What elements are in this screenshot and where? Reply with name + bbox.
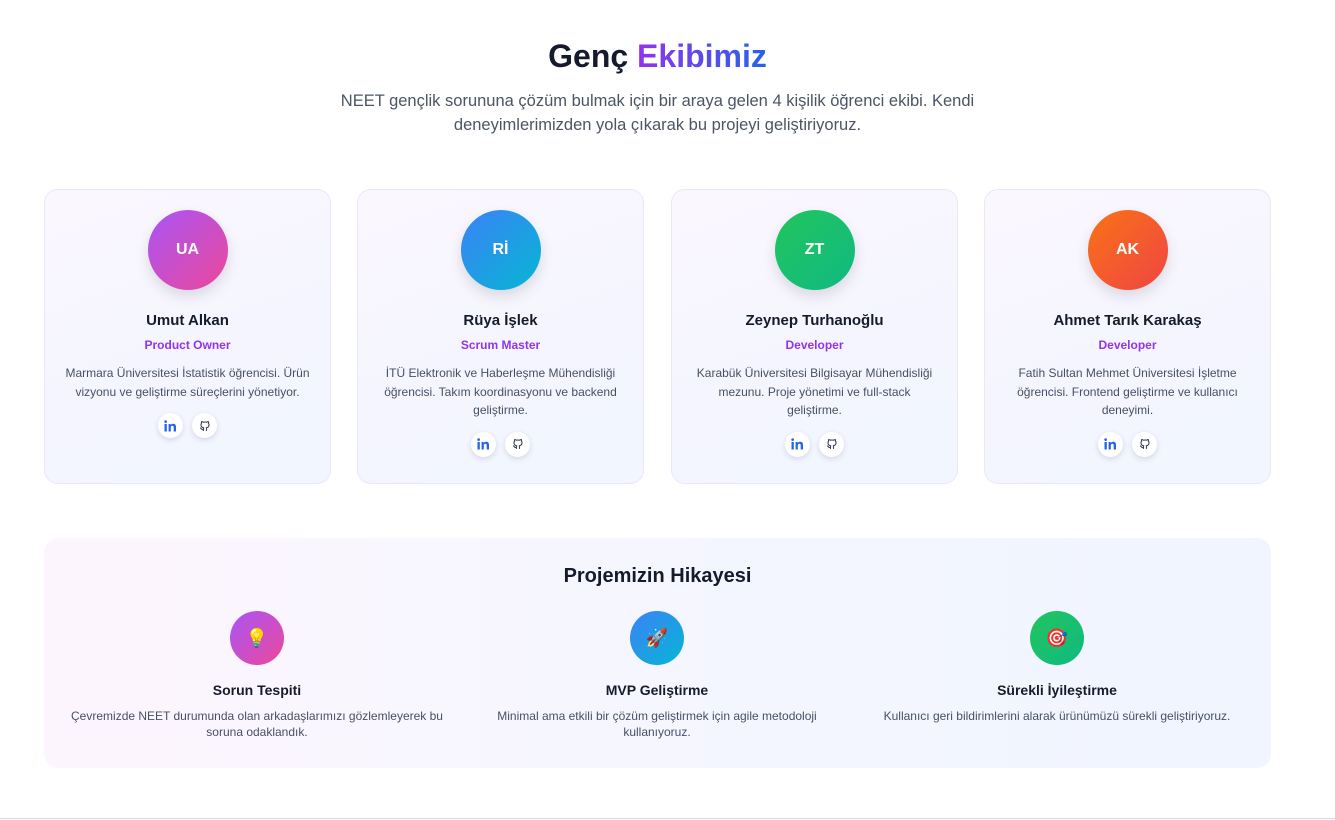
linkedin-icon[interactable] bbox=[785, 431, 810, 457]
step-description: Kullanıcı geri bildirimlerini alarak ürü… bbox=[883, 709, 1231, 723]
github-icon[interactable] bbox=[1132, 431, 1157, 457]
member-name: Ahmet Tarık Karakaş bbox=[1053, 312, 1202, 329]
member-role: Developer bbox=[785, 338, 844, 352]
member-bio: Fatih Sultan Mehmet Üniversitesi İşletme… bbox=[1017, 366, 1238, 417]
project-story-section: Projemizin Hikayesi 💡 Sorun Tespiti Çevr… bbox=[44, 538, 1271, 768]
rocket-icon: 🚀 bbox=[630, 611, 684, 665]
step-description: Çevremizde NEET durumunda olan arkadaşla… bbox=[71, 709, 443, 739]
member-name: Zeynep Turhanoğlu bbox=[745, 312, 884, 329]
step-title: MVP Geliştirme bbox=[605, 682, 709, 698]
linkedin-icon[interactable] bbox=[158, 413, 183, 438]
social-links bbox=[358, 431, 643, 457]
member-role: Scrum Master bbox=[460, 338, 541, 352]
title-plain: Genç bbox=[548, 38, 629, 74]
avatar: ZT bbox=[774, 210, 855, 290]
target-icon: 🎯 bbox=[1030, 611, 1084, 665]
avatar: Rİ bbox=[460, 210, 541, 290]
github-icon[interactable] bbox=[819, 431, 844, 457]
story-step: 🚀 MVP Geliştirme Minimal ama etkili bir … bbox=[457, 611, 857, 740]
intro-text: NEET gençlik sorununa çözüm bulmak için … bbox=[340, 92, 975, 134]
member-role: Product Owner bbox=[144, 338, 231, 352]
page-title: Genç Ekibimiz bbox=[0, 38, 1315, 75]
member-bio: Marmara Üniversitesi İstatistik öğrencis… bbox=[65, 366, 310, 399]
avatar: UA bbox=[147, 210, 228, 290]
step-title: Sorun Tespiti bbox=[212, 682, 302, 698]
lightbulb-icon: 💡 bbox=[230, 611, 284, 665]
social-links bbox=[985, 431, 1270, 457]
member-name: Umut Alkan bbox=[146, 312, 229, 329]
member-role: Developer bbox=[1098, 338, 1157, 352]
social-links bbox=[45, 413, 330, 438]
team-card: Rİ Rüya İşlek Scrum Master İTÜ Elektroni… bbox=[357, 189, 644, 484]
member-name: Rüya İşlek bbox=[463, 312, 538, 329]
step-title: Sürekli İyileştirme bbox=[997, 682, 1117, 698]
team-card: AK Ahmet Tarık Karakaş Developer Fatih S… bbox=[984, 189, 1271, 484]
member-bio: İTÜ Elektronik ve Haberleşme Mühendisliğ… bbox=[384, 366, 617, 417]
member-bio: Karabük Üniversitesi Bilgisayar Mühendis… bbox=[696, 366, 933, 417]
page-divider bbox=[0, 818, 1335, 819]
story-title: Projemizin Hikayesi bbox=[563, 565, 752, 587]
team-card: UA Umut Alkan Product Owner Marmara Üniv… bbox=[44, 189, 331, 484]
title-accent: Ekibimiz bbox=[637, 38, 767, 74]
step-description: Minimal ama etkili bir çözüm geliştirmek… bbox=[497, 709, 817, 739]
team-grid: UA Umut Alkan Product Owner Marmara Üniv… bbox=[44, 189, 1271, 484]
story-step: 🎯 Sürekli İyileştirme Kullanıcı geri bil… bbox=[857, 611, 1257, 724]
github-icon[interactable] bbox=[192, 413, 217, 438]
avatar: AK bbox=[1087, 210, 1168, 290]
social-links bbox=[672, 431, 957, 457]
story-step: 💡 Sorun Tespiti Çevremizde NEET durumund… bbox=[57, 611, 457, 740]
github-icon[interactable] bbox=[505, 431, 530, 457]
linkedin-icon[interactable] bbox=[1098, 431, 1123, 457]
team-card: ZT Zeynep Turhanoğlu Developer Karabük Ü… bbox=[671, 189, 958, 484]
linkedin-icon[interactable] bbox=[471, 431, 496, 457]
